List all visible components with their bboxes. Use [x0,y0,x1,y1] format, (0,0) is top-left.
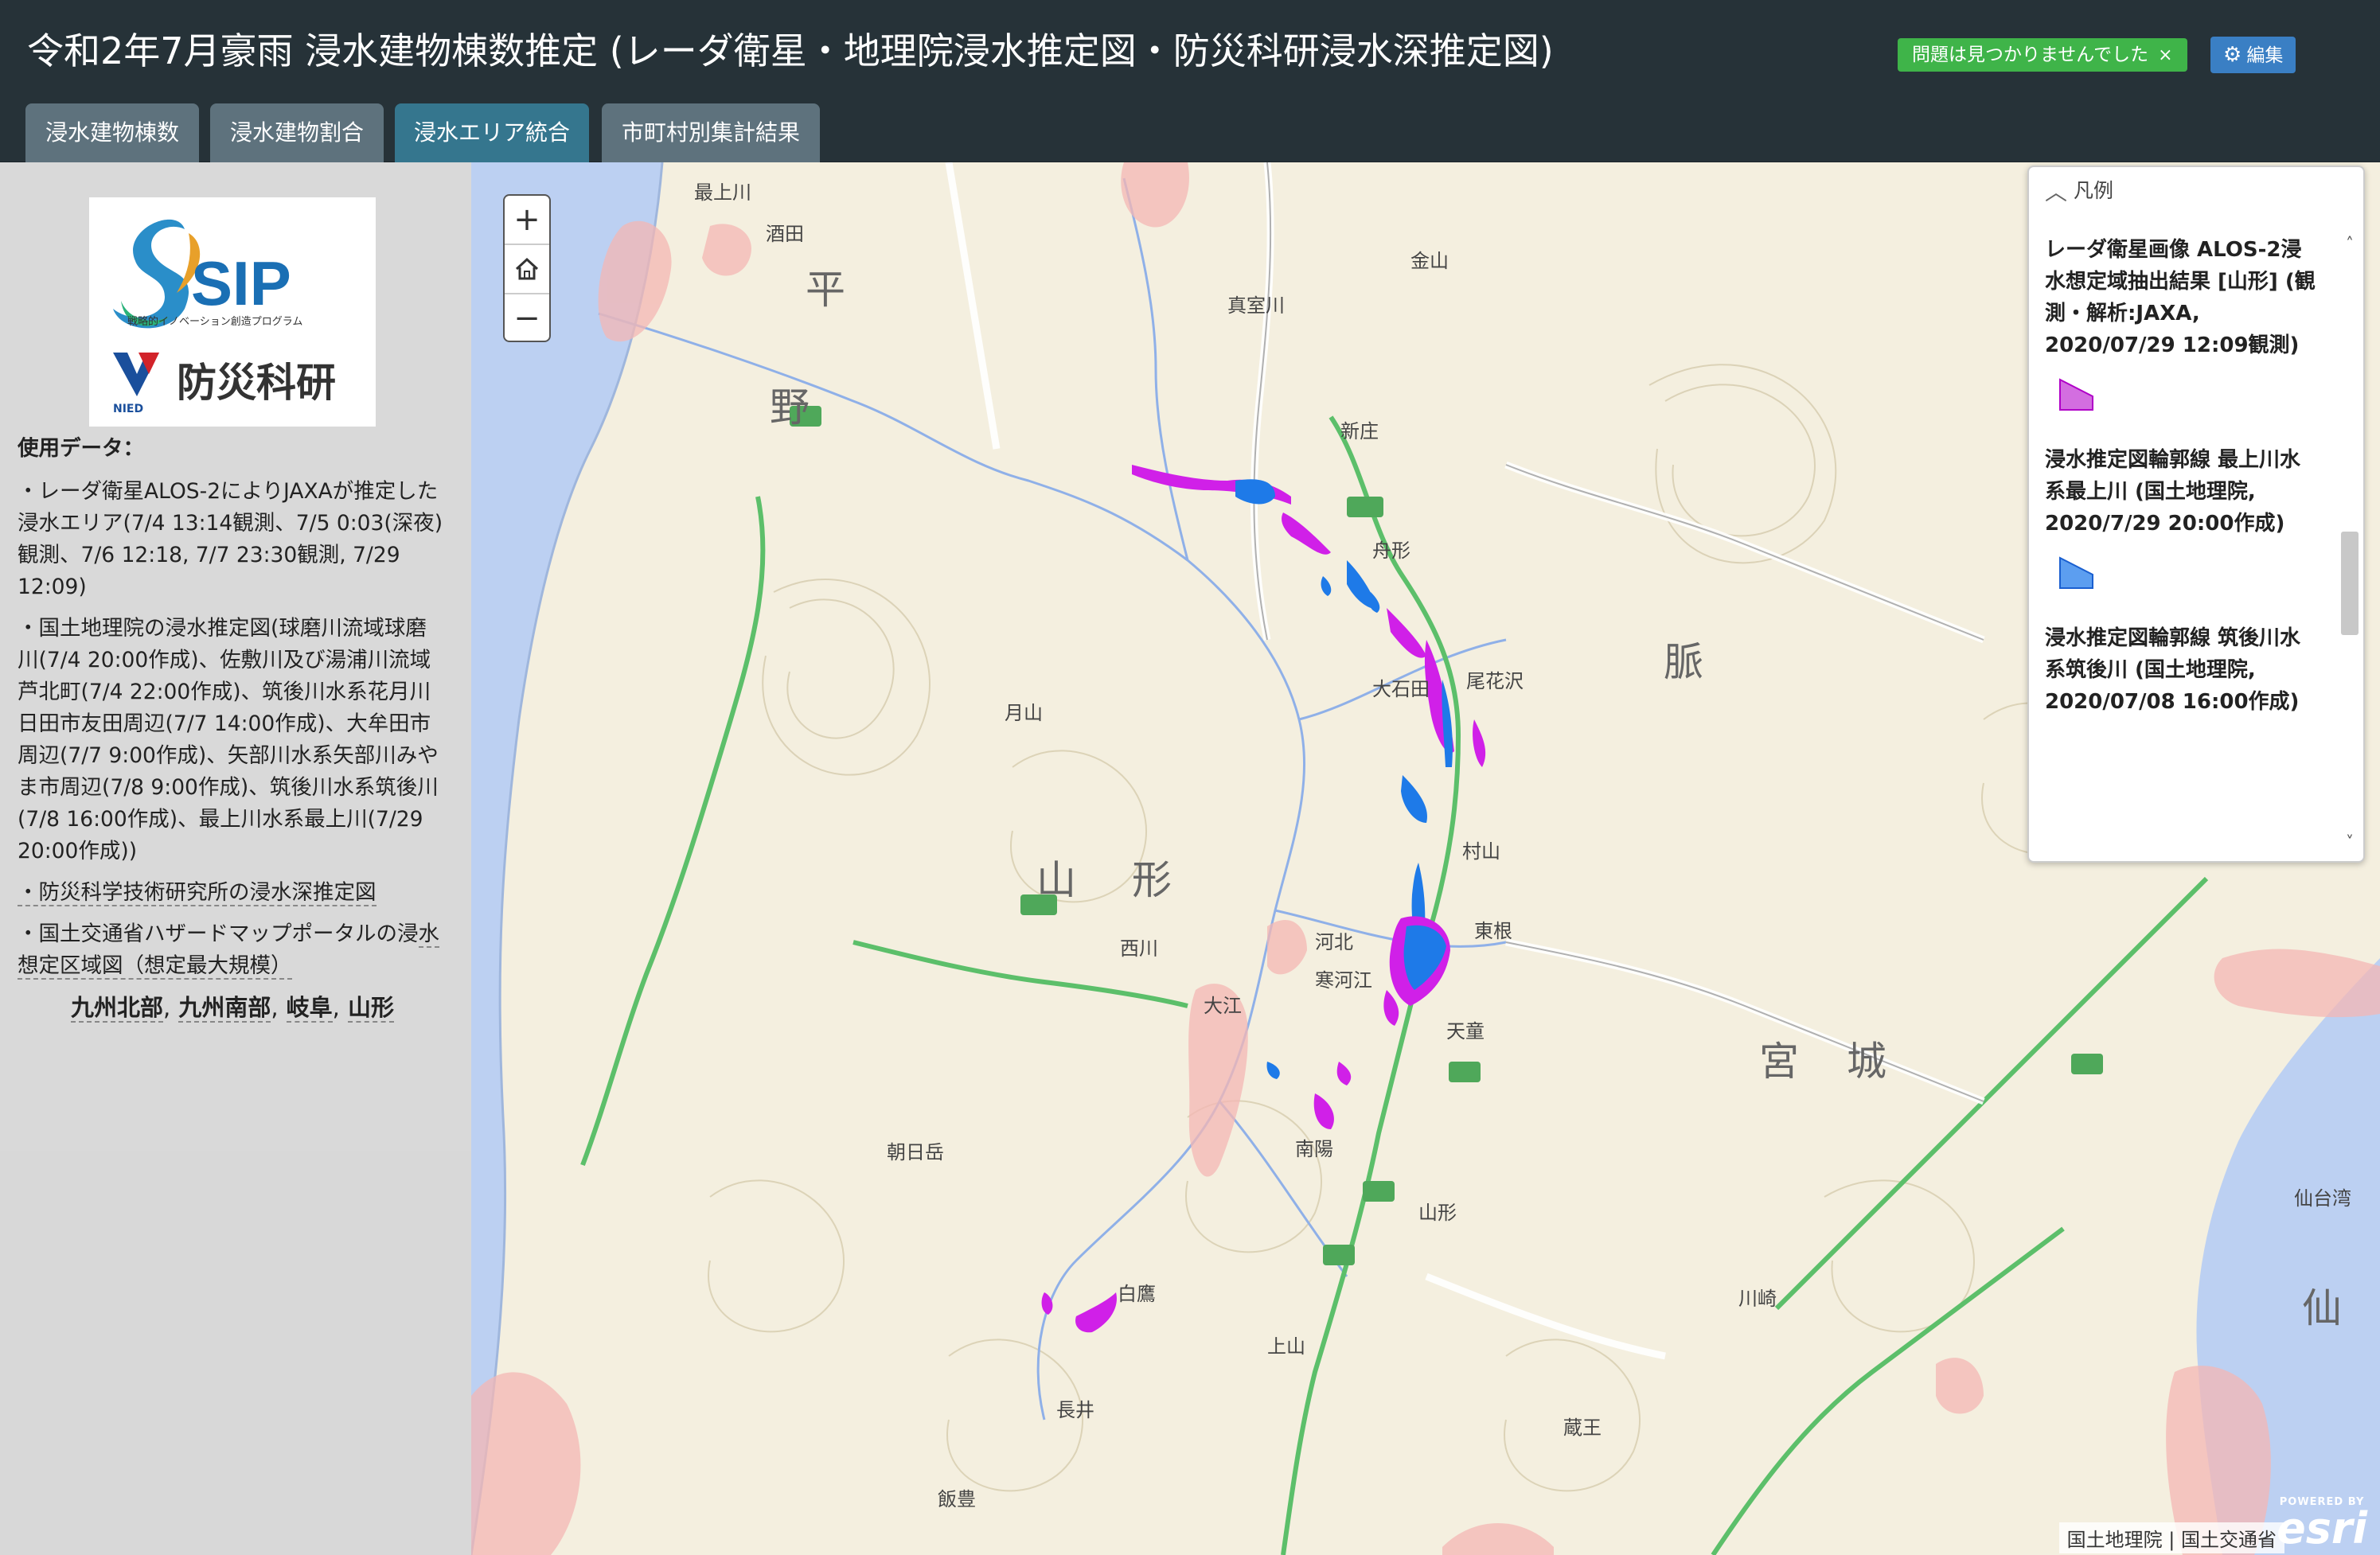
legend-scrollbar[interactable]: ˄ ˅ [2339,234,2360,852]
map-label-yamagata-city: 山形 [1418,1202,1457,1224]
map-label-kaneyama: 金山 [1410,250,1449,272]
region-separator: , [271,994,279,1021]
nied-logo-sub: NIED [113,403,143,415]
map-label-funagata: 舟形 [1372,540,1410,562]
data-heading: 使用データ： [18,436,144,461]
map-label-zao: 蔵王 [1563,1417,1602,1439]
map-label-iide: 飯豊 [938,1488,976,1510]
sip-nied-logo: SIP 戦略的イノベーション創造プログラム NIED 防災科研 [111,219,336,415]
logo-box: SIP 戦略的イノベーション創造プログラム NIED 防災科研 [89,197,376,427]
panel-description: 使用データ： ・レーダ衛星ALOS-2によりJAXAが推定した浸水エリア(7/4… [18,433,447,1023]
region-link-gifu[interactable]: 岐阜 [286,994,333,1023]
app-title: 令和2年7月豪雨 浸水建物棟数推定 (レーダ衛星・地理院浸水推定図・防災科研浸水… [27,29,1554,72]
sip-logo-text: SIP [191,248,291,318]
legend-panel: ︿ 凡例 レーダ衛星画像 ALOS-2浸水想定域抽出結果 [山形] (観測・解析… [2027,166,2365,863]
map-label-kaminoyama: 上山 [1267,1335,1305,1358]
edit-button[interactable]: ⚙ 編集 [2210,37,2296,73]
map-label-miyagi-1: 宮 [1759,1039,1799,1085]
legend-item-label: レーダ衛星画像 ALOS-2浸水想定域抽出結果 [山形] (観測・解析:JAXA… [2045,238,2316,357]
map-label-yamagata-2: 形 [1132,857,1172,903]
region-link-kyushu-south[interactable]: 九州南部 [178,994,271,1023]
legend-scroll-thumb[interactable] [2341,532,2359,635]
legend-item: レーダ衛星画像 ALOS-2浸水想定域抽出結果 [山形] (観測・解析:JAXA… [2045,234,2316,412]
home-icon [515,257,539,280]
chevron-up-icon[interactable]: ˄ [2339,234,2360,253]
tab-building-count[interactable]: 浸水建物棟数 [25,103,199,162]
map-label-mogamigawa: 最上川 [694,181,751,204]
nied-flood-depth-link[interactable]: ・防災科学技術研究所の浸水深推定図 [18,880,377,906]
home-button[interactable] [505,245,549,294]
map-label-kahoku: 河北 [1315,931,1353,953]
edit-label: 編集 [2246,45,2284,66]
map-label-gassan: 月山 [1005,702,1043,724]
map-label-higashine: 東根 [1474,920,1512,942]
map-label-sendai-bay: 仙台湾 [2294,1187,2351,1210]
map-label-nishikawa: 西川 [1120,937,1158,960]
sip-logo-subtitle: 戦略的イノベーション創造プログラム [127,315,302,328]
map-label-obanazawa: 尾花沢 [1466,670,1524,692]
map-view[interactable]: 山 形 宮 城 脈 平 野 仙 最上川 酒田 新庄 尾花沢 村山 東根 天童 山… [471,162,2380,1555]
esri-wordmark: esri [2277,1503,2367,1553]
legend-item-label: 浸水推定図輪郭線 最上川水系最上川 (国土地理院, 2020/7/29 20:0… [2045,448,2301,536]
map-label-asahidake: 朝日岳 [887,1141,944,1163]
tab-building-ratio[interactable]: 浸水建物割合 [210,103,384,162]
gear-icon: ⚙ [2223,43,2242,67]
zoom-out-button[interactable]: − [505,294,549,341]
map-label-kawasaki: 川崎 [1738,1288,1777,1310]
close-icon[interactable]: × [2158,45,2172,65]
chevron-down-icon[interactable]: ˅ [2339,832,2360,852]
tab-flood-area-integration[interactable]: 浸水エリア統合 [395,103,589,162]
region-separator: , [332,994,340,1021]
zoom-controls: + − [503,194,551,342]
zoom-in-button[interactable]: + [505,196,549,245]
left-info-panel: SIP 戦略的イノベーション創造プログラム NIED 防災科研 使用データ： ・… [0,162,471,1151]
region-separator: , [162,994,171,1021]
status-badge[interactable]: 問題は見つかりませんでした × [1898,38,2187,72]
legend-header[interactable]: ︿ 凡例 [2029,167,2363,215]
map-label-miyagi-2: 城 [1847,1039,1886,1085]
map-label-oe: 大江 [1204,995,1242,1017]
legend-item: 浸水推定図輪郭線 筑後川水系筑後川 (国土地理院, 2020/07/08 16:… [2045,622,2316,718]
map-label-shinjo: 新庄 [1340,420,1379,442]
map-label-sakata: 酒田 [766,223,804,245]
map-label-nanyo: 南陽 [1295,1138,1333,1160]
chevron-up-icon[interactable]: ︿ [2045,169,2067,216]
map-attribution: 国土地理院 | 国土交通省 [2058,1522,2284,1553]
legend-swatch-blue [2059,556,2093,589]
nied-logo-text: 防災科研 [177,360,336,406]
legend-item-label: 浸水推定図輪郭線 筑後川水系筑後川 (国土地理院, 2020/07/08 16:… [2045,626,2301,714]
legend-swatch-magenta [2059,378,2093,411]
legend-item: 浸水推定図輪郭線 最上川水系最上川 (国土地理院, 2020/7/29 20:0… [2045,444,2316,590]
status-message: 問題は見つかりませんでした [1912,45,2149,65]
esri-logo[interactable]: POWERED BY esri [2277,1497,2367,1550]
legend-title: 凡例 [2074,179,2114,202]
map-label-tendo: 天童 [1446,1020,1485,1043]
map-label-sagae: 寒河江 [1315,969,1372,992]
data-description-jaxa: ・レーダ衛星ALOS-2によりJAXAが推定した浸水エリア(7/4 13:14観… [18,479,443,599]
map-label-nagai: 長井 [1056,1399,1094,1421]
mlit-hazard-text: ・国土交通省ハザードマップポータルの浸 [18,922,419,946]
map-label-yamagata-1: 山 [1036,857,1076,903]
tab-municipality-results[interactable]: 市町村別集計結果 [602,103,820,162]
map-label-sendai: 仙 [2302,1285,2342,1331]
map-label-mamurogawa: 真室川 [1227,294,1285,317]
map-label-shonai-plain-no: 野 [770,384,810,431]
map-label-oishida: 大石田 [1372,678,1430,700]
region-link-yamagata[interactable]: 山形 [348,994,395,1023]
region-link-kyushu-north[interactable]: 九州北部 [70,994,163,1023]
legend-body: レーダ衛星画像 ALOS-2浸水想定域抽出結果 [山形] (観測・解析:JAXA… [2045,234,2316,735]
map-label-ou-mountains: 脈 [1664,639,1703,685]
data-description-gsi: ・国土地理院の浸水推定図(球磨川流域球磨川(7/4 20:00作成)、佐敷川及び… [18,616,439,863]
region-links: 九州北部, 九州南部, 岐阜, 山形 [18,992,447,1023]
map-label-shirataka: 白鷹 [1118,1283,1156,1305]
app-header: 令和2年7月豪雨 浸水建物棟数推定 (レーダ衛星・地理院浸水推定図・防災科研浸水… [0,0,2380,162]
map-label-murayama: 村山 [1462,840,1500,863]
map-label-shonai-plain-hira: 平 [806,267,845,313]
